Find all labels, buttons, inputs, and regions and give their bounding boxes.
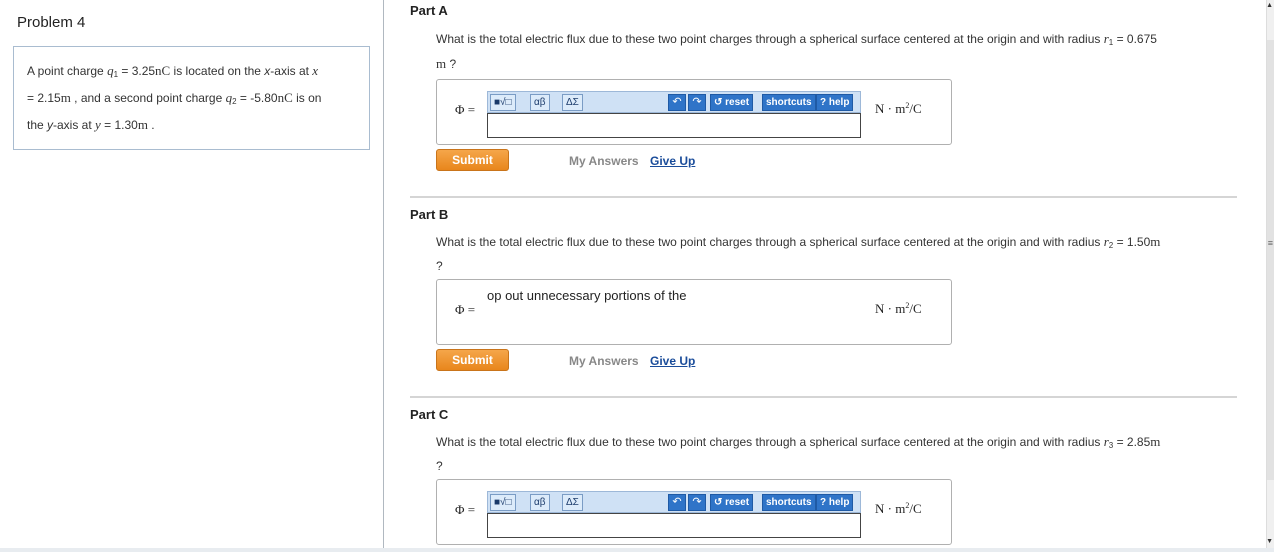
symbols-button[interactable]: ΔΣ: [562, 94, 583, 111]
part-a-label: Part A: [410, 3, 448, 18]
text: = 2.85: [1113, 435, 1151, 449]
problem-panel: Problem 4 A point charge q1 = 3.25nC is …: [0, 0, 384, 552]
text: /C: [909, 301, 922, 316]
my-answers-link[interactable]: My Answers: [569, 154, 639, 168]
text: = -5.80: [236, 91, 278, 105]
undo-icon[interactable]: ↶: [668, 494, 686, 511]
text: = 1.30: [100, 118, 138, 132]
text: ?: [436, 259, 443, 273]
unit: m: [436, 56, 447, 71]
divider: [410, 396, 1237, 398]
submit-button[interactable]: Submit: [436, 349, 509, 371]
unit: m: [1150, 234, 1161, 249]
problem-title: Problem 4: [17, 14, 86, 31]
text: /C: [909, 101, 922, 116]
hint-text: op out unnecessary portions of the: [487, 288, 687, 303]
var-x: x: [312, 63, 319, 78]
submit-button[interactable]: Submit: [436, 149, 509, 171]
text: N · m: [875, 101, 906, 116]
scroll-up-icon[interactable]: ▲: [1266, 2, 1273, 9]
units-label: N · m2/C: [875, 301, 922, 317]
part-c-question: What is the total electric flux due to t…: [436, 431, 1236, 477]
symbols-button[interactable]: ΔΣ: [562, 494, 583, 511]
text: /C: [909, 501, 922, 516]
problem-statement: A point charge q1 = 3.25nC is located on…: [13, 46, 370, 150]
text: -axis at: [53, 118, 96, 132]
text: the: [27, 118, 48, 132]
shortcuts-button[interactable]: shortcuts: [762, 94, 816, 111]
text: = 3.25: [118, 64, 156, 78]
templates-button[interactable]: ■√□: [490, 494, 516, 511]
undo-icon[interactable]: ↶: [668, 94, 686, 111]
unit: m: [60, 90, 71, 105]
text: ?: [446, 57, 457, 71]
part-b-label: Part B: [410, 207, 449, 222]
phi-label: Φ =: [455, 502, 476, 517]
text: is located on the: [170, 64, 265, 78]
greek-button[interactable]: αβ: [530, 94, 550, 111]
answer-input[interactable]: [487, 113, 861, 138]
reset-button[interactable]: ↺ reset: [710, 94, 754, 111]
units-label: N · m2/C: [875, 101, 922, 117]
text: = 1.50: [1113, 235, 1151, 249]
units-label: N · m2/C: [875, 501, 922, 517]
templates-button[interactable]: ■√□: [490, 94, 516, 111]
help-button[interactable]: ? help: [816, 94, 854, 111]
part-a-answer-box: Φ = ■√□ αβ ΔΣ ↶ ↷ ↺ reset shortcuts ? he…: [436, 79, 952, 145]
text: N · m: [875, 301, 906, 316]
text: What is the total electric flux due to t…: [436, 435, 1104, 449]
text: , and a second point charge: [70, 91, 226, 105]
part-b-answer-box: Φ = op out unnecessary portions of the N…: [436, 279, 952, 345]
scrollbar-thumb[interactable]: [1267, 40, 1274, 480]
text: ?: [436, 459, 443, 473]
text: What is the total electric flux due to t…: [436, 32, 1104, 46]
phi-label: Φ =: [455, 102, 476, 117]
part-c-answer-box: Φ = ■√□ αβ ΔΣ ↶ ↷ ↺ reset shortcuts ? he…: [436, 479, 952, 545]
unit: nC: [155, 63, 171, 78]
my-answers-link[interactable]: My Answers: [569, 354, 639, 368]
bottom-border: [0, 548, 1274, 552]
part-b-question: What is the total electric flux due to t…: [436, 231, 1236, 277]
unit: nC: [277, 90, 293, 105]
phi-label: Φ =: [455, 302, 476, 317]
text: .: [147, 118, 155, 132]
give-up-link[interactable]: Give Up: [650, 354, 695, 368]
part-c-label: Part C: [410, 407, 449, 422]
unit: m: [1150, 434, 1161, 449]
unit: m: [137, 117, 148, 132]
math-toolbar: ■√□ αβ ΔΣ ↶ ↷ ↺ reset shortcuts ? help: [487, 91, 861, 113]
text: A point charge: [27, 64, 108, 78]
divider: [410, 196, 1237, 198]
help-button[interactable]: ? help: [816, 494, 854, 511]
redo-icon[interactable]: ↷: [688, 94, 706, 111]
greek-button[interactable]: αβ: [530, 494, 550, 511]
text: -axis at: [270, 64, 313, 78]
text: = 2.15: [27, 91, 61, 105]
give-up-link[interactable]: Give Up: [650, 154, 695, 168]
text: What is the total electric flux due to t…: [436, 235, 1104, 249]
scrollbar[interactable]: ▲ ≡ ▼: [1266, 0, 1274, 552]
text: is on: [292, 91, 322, 105]
answer-input[interactable]: [487, 513, 861, 538]
scroll-down-icon[interactable]: ▼: [1266, 538, 1273, 545]
reset-button[interactable]: ↺ reset: [710, 494, 754, 511]
text: = 0.675: [1113, 32, 1157, 46]
scroll-grip-icon: ≡: [1267, 238, 1273, 248]
part-a-question: What is the total electric flux due to t…: [436, 28, 1236, 75]
redo-icon[interactable]: ↷: [688, 494, 706, 511]
text: N · m: [875, 501, 906, 516]
shortcuts-button[interactable]: shortcuts: [762, 494, 816, 511]
math-toolbar: ■√□ αβ ΔΣ ↶ ↷ ↺ reset shortcuts ? help: [487, 491, 861, 513]
